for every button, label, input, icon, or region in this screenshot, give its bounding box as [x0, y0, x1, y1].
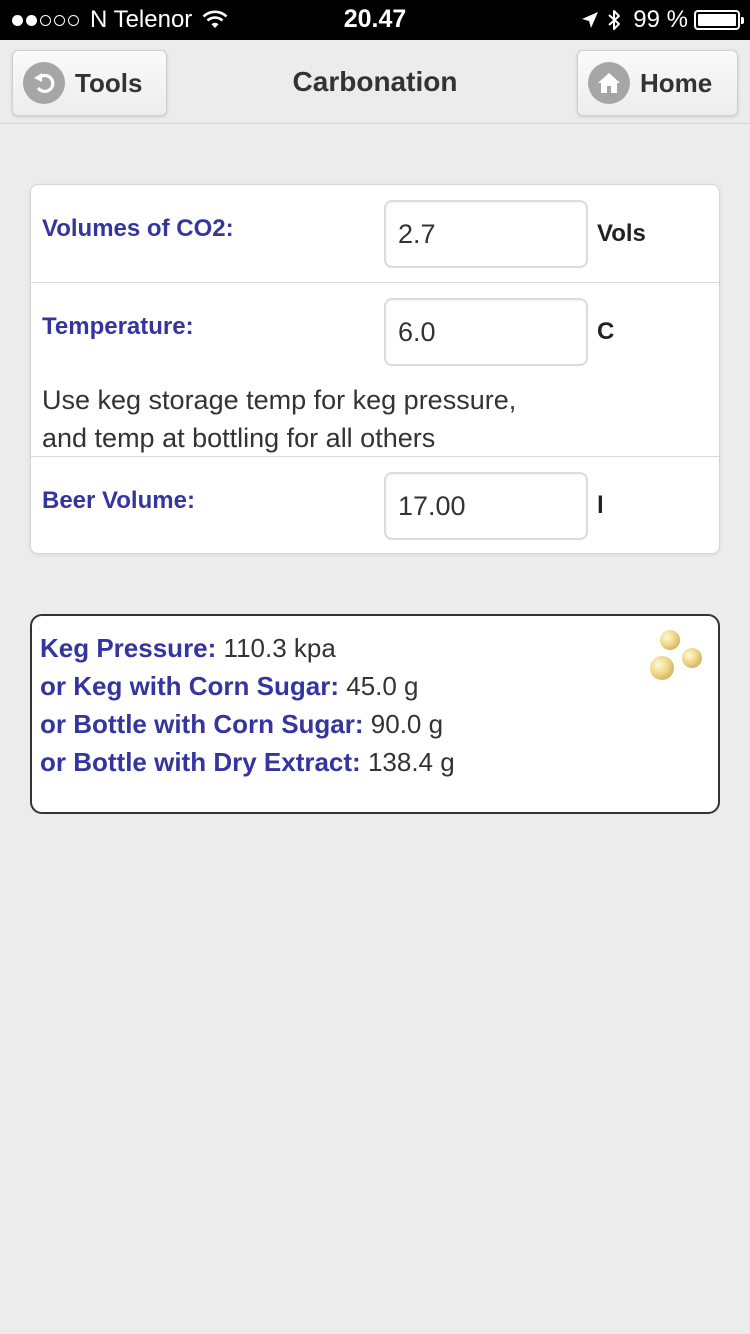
temperature-input[interactable] — [384, 298, 588, 366]
keg-corn-sugar-label: or Keg with Corn Sugar: — [40, 671, 339, 701]
home-button[interactable]: Home — [577, 50, 738, 116]
bubbles-icon — [650, 630, 702, 680]
form-row-temperature: Temperature: C Use keg storage temp for … — [31, 283, 719, 457]
beer-volume-label: Beer Volume: — [42, 487, 195, 514]
form-row-beer-volume: Beer Volume: l — [31, 457, 719, 553]
volumes-co2-input[interactable] — [384, 200, 588, 268]
status-right: 99 % — [581, 6, 744, 34]
form-row-volumes: Volumes of CO2: Vols — [31, 185, 719, 283]
bottle-corn-sugar-value: 90.0 g — [370, 709, 444, 739]
result-bottle-corn-sugar: or Bottle with Corn Sugar: 90.0 g — [40, 705, 718, 743]
battery-cap — [741, 17, 744, 24]
keg-corn-sugar-value: 45.0 g — [346, 671, 419, 701]
location-arrow-icon — [582, 12, 599, 28]
bottle-corn-sugar-label: or Bottle with Corn Sugar: — [40, 709, 364, 739]
home-button-label: Home — [640, 67, 713, 98]
keg-pressure-label: Keg Pressure: — [40, 633, 217, 663]
battery-percentage: 99 % — [633, 6, 688, 33]
temperature-label: Temperature: — [42, 313, 194, 340]
volumes-co2-label: Volumes of CO2: — [42, 215, 234, 242]
bluetooth-icon — [608, 10, 621, 30]
result-bottle-dry-extract: or Bottle with Dry Extract: 138.4 g — [40, 743, 718, 781]
battery-icon — [694, 10, 744, 30]
battery-fill — [698, 14, 736, 26]
beer-volume-input[interactable] — [384, 472, 588, 540]
bottle-dry-extract-value: 138.4 g — [367, 747, 455, 777]
temperature-hint-line: and temp at bottling for all others — [42, 423, 436, 453]
bottle-dry-extract-label: or Bottle with Dry Extract: — [40, 747, 361, 777]
keg-pressure-value: 110.3 kpa — [223, 633, 336, 663]
status-bar: N Telenor 20.47 99 % — [0, 0, 750, 40]
home-icon — [588, 62, 630, 104]
navigation-bar: Tools Carbonation Home — [0, 40, 750, 124]
beer-volume-unit: l — [597, 492, 604, 519]
volumes-unit: Vols — [597, 220, 646, 247]
temperature-hint-line: Use keg storage temp for keg pressure, — [42, 385, 517, 415]
temperature-unit: C — [597, 318, 615, 345]
results-panel: Keg Pressure: 110.3 kpa or Keg with Corn… — [30, 614, 720, 814]
result-keg-corn-sugar: or Keg with Corn Sugar: 45.0 g — [40, 667, 718, 705]
temperature-hint: Use keg storage temp for keg pressure, a… — [42, 381, 602, 457]
result-keg-pressure: Keg Pressure: 110.3 kpa — [40, 629, 718, 667]
carbonation-form: Volumes of CO2: Vols Temperature: C Use … — [30, 184, 720, 554]
